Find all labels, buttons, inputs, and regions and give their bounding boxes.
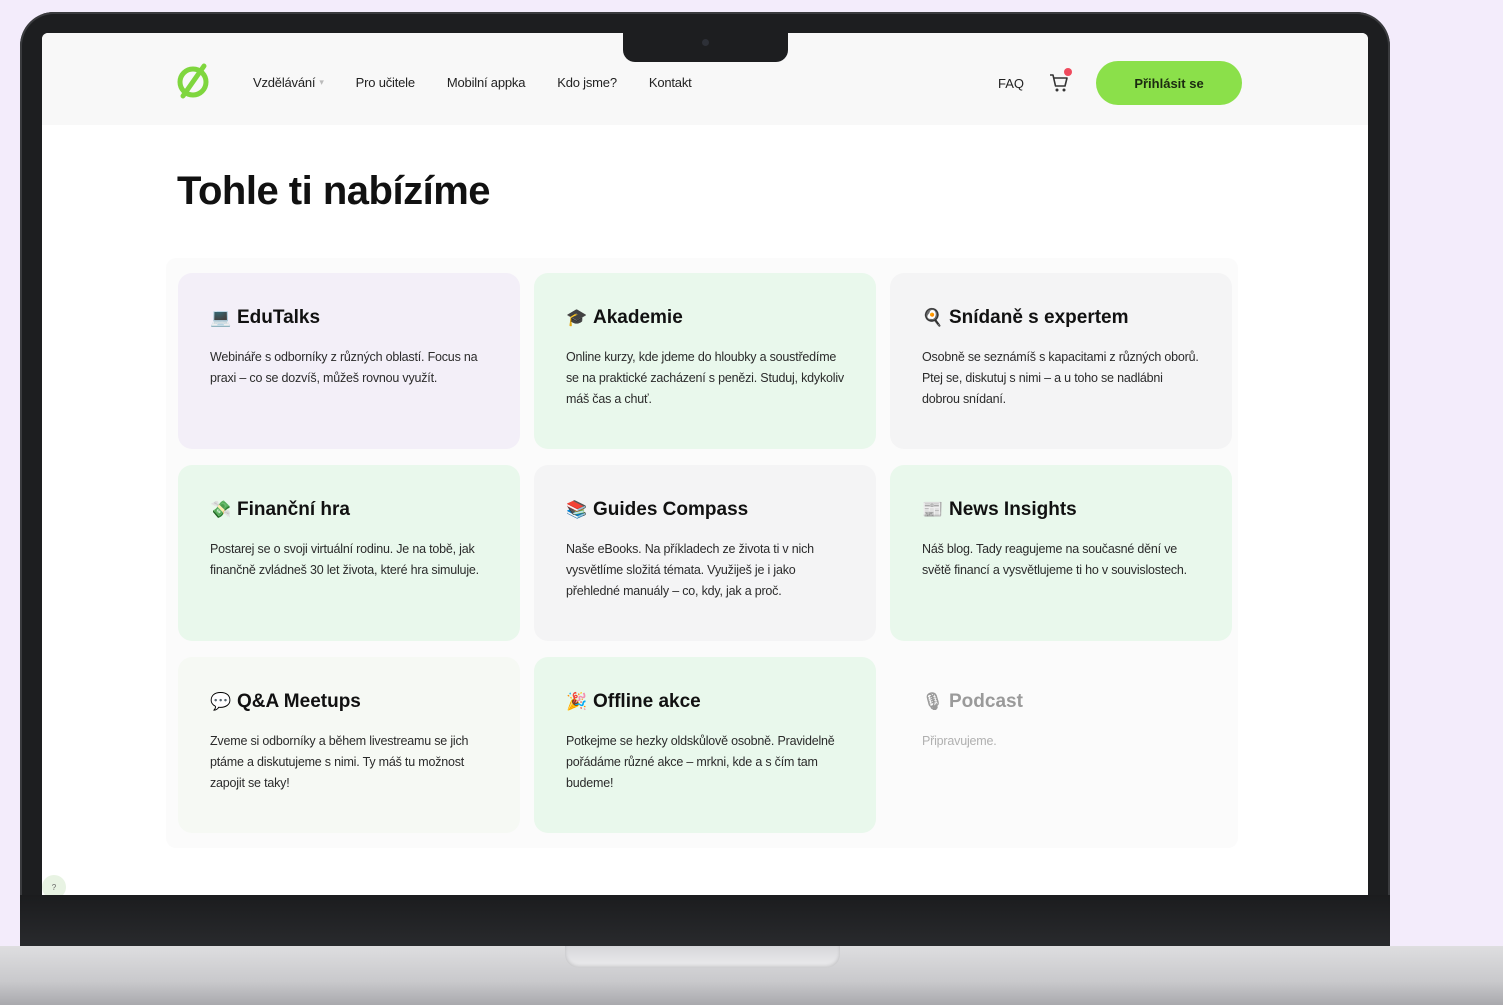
- card-title: Podcast: [949, 691, 1023, 712]
- card-akademie[interactable]: 🎓 Akademie Online kurzy, kde jdeme do hlo…: [534, 273, 876, 449]
- card-snidane-s-expertem[interactable]: 🍳 Snídaně s expertem Osobně se seznámíš s…: [890, 273, 1232, 449]
- laptop-bezel: [20, 895, 1390, 950]
- card-title: News Insights: [949, 499, 1077, 520]
- page-title: Tohle ti nabízíme: [177, 169, 491, 213]
- card-title: Guides Compass: [593, 499, 749, 520]
- help-icon: ?: [51, 882, 57, 892]
- offer-grid: 💻 EduTalks Webináře s odborníky z různých…: [166, 258, 1238, 848]
- card-guides-compass[interactable]: 📚 Guides Compass Naše eBooks. Na příklade…: [534, 465, 876, 641]
- graduate-icon: 🎓: [566, 308, 588, 327]
- login-button[interactable]: Přihlásit se: [1096, 61, 1243, 105]
- card-title: Offline akce: [593, 691, 701, 712]
- card-podcast: 🎙 Podcast Připravujeme.: [890, 657, 1232, 833]
- party-icon: 🎉: [566, 692, 588, 711]
- card-description: Připravujeme.: [922, 734, 997, 748]
- nav-links: Vzdělávání ▾ Pro učitele Mobilní appka K…: [253, 75, 692, 90]
- cart-badge: [1064, 68, 1073, 76]
- card-offline-akce[interactable]: 🎉 Offline akce Potkejme se hezky oldskůlo…: [534, 657, 876, 833]
- chevron-down-icon: ▾: [319, 77, 324, 87]
- card-title: Finanční hra: [237, 499, 350, 520]
- card-description: Potkejme se hezky oldskůlově osobně. Pra…: [566, 734, 835, 790]
- card-description: Online kurzy, kde jdeme do hloubky a sou…: [566, 350, 844, 406]
- books-icon: 📚: [566, 500, 588, 519]
- camera-notch: [623, 28, 788, 62]
- card-description: Osobně se seznámíš s kapacitami z různýc…: [922, 350, 1199, 406]
- card-description: Zveme si odborníky a během livestreamu s…: [210, 734, 469, 790]
- screen: Vzdělávání ▾ Pro učitele Mobilní appka K…: [42, 33, 1368, 895]
- card-title: Akademie: [593, 307, 683, 328]
- nav-link-vzdelavani[interactable]: Vzdělávání ▾: [253, 75, 324, 90]
- nav-link-mobilni-appka[interactable]: Mobilní appka: [447, 75, 526, 90]
- cart-button[interactable]: [1048, 68, 1073, 94]
- logo-icon[interactable]: [175, 63, 211, 99]
- card-description: Naše eBooks. Na příkladech ze života ti …: [566, 542, 814, 598]
- card-financni-hra[interactable]: 💸 Finanční hra Postarej se o svoji virtuá…: [178, 465, 520, 641]
- card-description: Webináře s odborníky z různých oblastí. …: [210, 350, 478, 385]
- camera-icon: [702, 39, 709, 46]
- card-qa-meetups[interactable]: 💬 Q&A Meetups Zveme si odborníky a během …: [178, 657, 520, 833]
- nav-link-kdo-jsme[interactable]: Kdo jsme?: [557, 75, 617, 90]
- card-title: EduTalks: [237, 307, 321, 328]
- nav-actions: FAQ Přihlásit se: [998, 61, 1243, 105]
- card-title: Q&A Meetups: [237, 691, 361, 712]
- nav-link-pro-ucitele[interactable]: Pro učitele: [356, 75, 415, 90]
- breakfast-icon: 🍳: [922, 308, 944, 327]
- nav-link-label: Vzdělávání: [253, 75, 316, 90]
- help-widget-button[interactable]: ?: [42, 875, 66, 895]
- card-news-insights[interactable]: 📰 News Insights Náš blog. Tady reagujeme …: [890, 465, 1232, 641]
- newspaper-icon: 📰: [922, 500, 944, 519]
- speech-bubble-icon: 💬: [210, 692, 232, 711]
- card-description: Postarej se o svoji virtuální rodinu. Je…: [210, 542, 479, 577]
- laptop-icon: 💻: [210, 308, 232, 327]
- laptop-base-notch: [565, 946, 840, 968]
- money-icon: 💸: [210, 500, 232, 519]
- microphone-icon: 🎙: [922, 692, 944, 711]
- faq-link[interactable]: FAQ: [998, 76, 1024, 91]
- nav-link-kontakt[interactable]: Kontakt: [649, 75, 692, 90]
- card-edutalks[interactable]: 💻 EduTalks Webináře s odborníky z různých…: [178, 273, 520, 449]
- card-title: Snídaně s expertem: [949, 307, 1129, 328]
- card-description: Náš blog. Tady reagujeme na současné děn…: [922, 542, 1187, 577]
